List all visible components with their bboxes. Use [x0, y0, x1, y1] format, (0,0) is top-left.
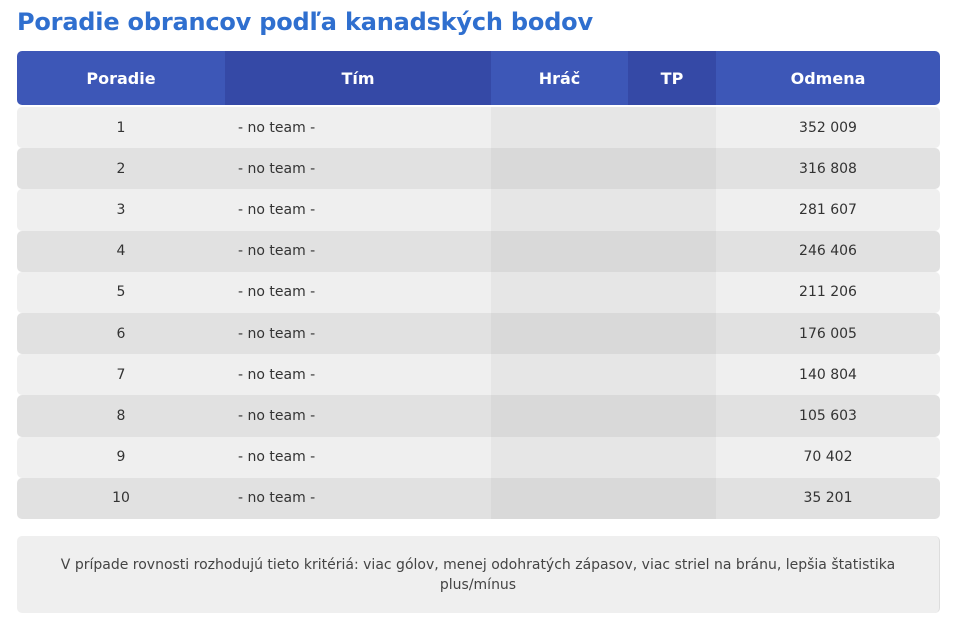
rank-cell: 6	[17, 312, 225, 355]
table-row: 5- no team - 211 206	[17, 271, 940, 313]
player-cell	[491, 189, 628, 231]
reward-cell: 35 201	[716, 477, 940, 519]
table-row: 4- no team - 246 406	[17, 230, 940, 272]
table-row: 1- no team - 352 009	[17, 107, 940, 149]
rank-cell: 2	[17, 148, 225, 190]
rank-cell: 3	[17, 189, 225, 231]
reward-cell: 105 603	[716, 395, 940, 437]
reward-cell: 176 005	[716, 312, 940, 355]
tp-cell	[628, 189, 716, 231]
reward-cell: 211 206	[716, 271, 940, 313]
header-tp[interactable]: TP	[628, 51, 716, 105]
rank-cell: 9	[17, 436, 225, 478]
rank-cell: 5	[17, 271, 225, 313]
table-row: 6- no team - 176 005	[17, 312, 940, 355]
team-cell: - no team -	[225, 271, 491, 313]
header-reward[interactable]: Odmena	[716, 51, 940, 105]
table-row: 2- no team - 316 808	[17, 148, 940, 190]
reward-cell: 281 607	[716, 189, 940, 231]
tiebreak-note-text: V prípade rovnosti rozhodujú tieto krité…	[60, 557, 896, 593]
tp-cell	[628, 107, 716, 149]
team-cell: - no team -	[225, 107, 491, 149]
rank-cell: 7	[17, 354, 225, 396]
team-cell: - no team -	[225, 148, 491, 190]
team-cell: - no team -	[225, 189, 491, 231]
header-player[interactable]: Hráč	[491, 51, 628, 105]
player-cell	[491, 107, 628, 149]
player-cell	[491, 230, 628, 272]
tp-cell	[628, 271, 716, 313]
player-cell	[491, 395, 628, 437]
reward-cell: 246 406	[716, 230, 940, 272]
tp-cell	[628, 436, 716, 478]
player-cell	[491, 312, 628, 355]
player-cell	[491, 354, 628, 396]
player-cell	[491, 477, 628, 519]
player-cell	[491, 148, 628, 190]
table-row: 8- no team - 105 603	[17, 395, 940, 437]
rank-cell: 4	[17, 230, 225, 272]
table-row: 7- no team - 140 804	[17, 354, 940, 396]
team-cell: - no team -	[225, 354, 491, 396]
tp-cell	[628, 148, 716, 190]
rank-cell: 10	[17, 477, 225, 519]
header-rank[interactable]: Poradie	[17, 51, 225, 105]
tp-cell	[628, 230, 716, 272]
team-cell: - no team -	[225, 230, 491, 272]
tp-cell	[628, 477, 716, 519]
team-cell: - no team -	[225, 477, 491, 519]
player-cell	[491, 271, 628, 313]
reward-cell: 70 402	[716, 436, 940, 478]
tp-cell	[628, 312, 716, 355]
team-cell: - no team -	[225, 312, 491, 355]
table-row: 9- no team - 70 402	[17, 436, 940, 478]
tiebreak-note: V prípade rovnosti rozhodujú tieto krité…	[17, 536, 940, 613]
team-cell: - no team -	[225, 395, 491, 437]
table-row: 3- no team - 281 607	[17, 189, 940, 231]
rankings-table-container: Poradie Tím Hráč TP Odmena 1- no team -3…	[17, 51, 940, 519]
team-cell: - no team -	[225, 436, 491, 478]
table-header-row: Poradie Tím Hráč TP Odmena	[17, 51, 940, 105]
reward-cell: 352 009	[716, 107, 940, 149]
tp-cell	[628, 354, 716, 396]
page-title: Poradie obrancov podľa kanadských bodov	[17, 8, 593, 36]
player-cell	[491, 436, 628, 478]
reward-cell: 316 808	[716, 148, 940, 190]
tp-cell	[628, 395, 716, 437]
table-row: 10- no team - 35 201	[17, 477, 940, 519]
reward-cell: 140 804	[716, 354, 940, 396]
rankings-table: Poradie Tím Hráč TP Odmena 1- no team -3…	[17, 51, 940, 519]
header-team[interactable]: Tím	[225, 51, 491, 105]
rank-cell: 8	[17, 395, 225, 437]
rank-cell: 1	[17, 107, 225, 149]
